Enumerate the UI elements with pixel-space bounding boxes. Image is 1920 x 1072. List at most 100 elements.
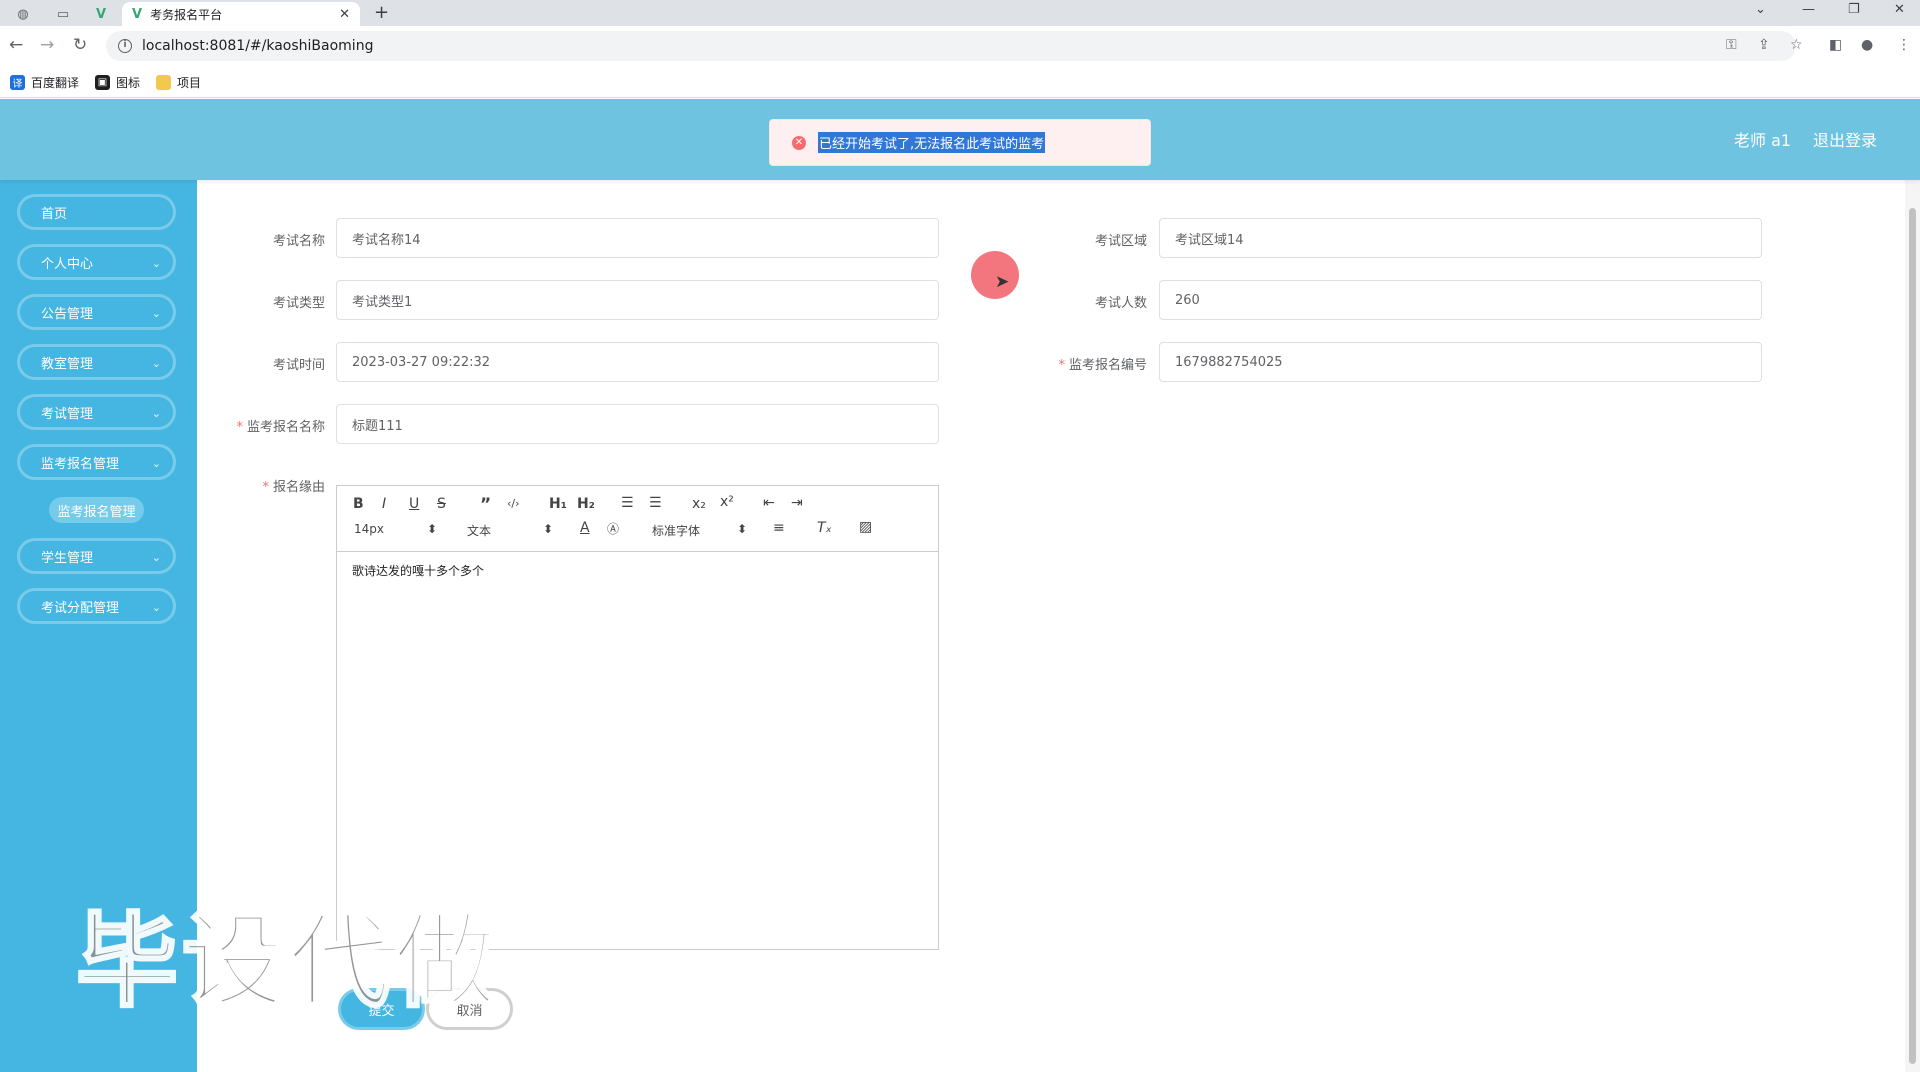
bold-icon[interactable]: B [353,496,364,512]
exam-type-input[interactable]: 考试类型1 [336,280,939,320]
sidebar-item-exams[interactable]: 考试管理 ⌄ [17,394,176,430]
superscript-icon[interactable]: x² [720,494,734,510]
tab-search-icon[interactable]: ⌄ [1755,2,1766,17]
info-icon[interactable]: i [118,39,132,53]
background-color-icon[interactable]: Ⓐ [607,520,619,537]
reg-name-input[interactable]: 标题111 [336,404,939,444]
logout-link[interactable]: 退出登录 [1813,127,1877,151]
font-size-value: 14px [354,522,384,536]
reg-number-input[interactable]: 1679882754025 [1159,342,1762,382]
indent-icon[interactable]: ⇥ [791,495,803,511]
submenu-item-invigilation[interactable]: 监考报名管理 [49,497,144,523]
align-icon[interactable]: ≡ [773,520,785,536]
folder-icon [156,75,172,90]
sidebar-item-personal-center[interactable]: 个人中心 ⌄ [17,244,176,280]
chevron-down-icon: ⌄ [151,307,161,320]
share-icon[interactable]: ⇪ [1758,37,1770,53]
chevron-down-icon: ⌄ [151,357,161,370]
strike-icon[interactable]: S [437,496,446,512]
new-tab-button[interactable]: + [374,2,389,23]
sidebar-item-students[interactable]: 学生管理 ⌄ [17,538,176,574]
required-mark: * [1058,358,1065,373]
star-icon[interactable]: ☆ [1790,37,1803,53]
image-icon[interactable]: ▨ [859,519,872,535]
menu-dots-icon[interactable]: ⋮ [1897,37,1911,53]
forward-icon[interactable]: → [40,35,54,55]
reg-name-label-text: 监考报名名称 [246,420,325,435]
select-arrow-icon: ⬍ [543,522,554,536]
minimize-icon[interactable]: — [1802,2,1815,17]
chevron-down-icon: ⌄ [151,457,161,470]
sidebar-item-label: 首页 [41,206,68,222]
select-arrow-icon: ⬍ [737,522,748,536]
toast-message: 已经开始考试了,无法报名此考试的监考 [818,132,1046,153]
url-text: localhost:8081/#/kaoshiBaoming [142,38,374,54]
bullet-list-icon[interactable]: ☰ [649,495,662,511]
font-family-select[interactable]: 标准字体 [652,522,700,539]
ordered-list-icon[interactable]: ☰ [621,495,634,511]
editor-content[interactable]: 歌诗达发的嘎十多个多个 [337,552,938,589]
exam-name-input[interactable]: 考试名称14 [336,218,939,258]
side-panel-icon[interactable]: ◧ [1829,37,1842,53]
sidebar-item-notices[interactable]: 公告管理 ⌄ [17,294,176,330]
reload-icon[interactable]: ↻ [73,35,87,55]
font-family-value: 标准字体 [652,524,701,538]
sidebar-item-label: 监考报名管理 [41,456,120,472]
outdent-icon[interactable]: ⇤ [763,495,775,511]
blockquote-icon[interactable]: ” [480,495,491,515]
key-icon[interactable]: ⚿ [1726,37,1737,53]
bookmark-project[interactable]: 项目 [156,74,201,91]
sidebar-item-home[interactable]: 首页 [17,194,176,230]
sidebar-item-classrooms[interactable]: 教室管理 ⌄ [17,344,176,380]
tab-close-icon[interactable]: ✕ [339,7,350,22]
profile-icon[interactable]: ● [1861,37,1873,53]
underline-icon[interactable]: U [409,496,419,512]
header-select-value: 文本 [467,524,492,538]
sidebar-item-label: 教室管理 [41,356,94,372]
exam-count-input[interactable]: 260 [1159,280,1762,320]
sidebar-item-exam-allocation[interactable]: 考试分配管理 ⌄ [17,588,176,624]
subscript-icon[interactable]: x₂ [692,496,706,512]
page-scrollbar[interactable] [1905,180,1920,1072]
font-size-select[interactable]: 14px [354,522,384,536]
bookmark-label: 百度翻译 [31,76,80,90]
scrollbar-thumb[interactable] [1909,208,1916,1064]
sidebar-item-invigilation[interactable]: 监考报名管理 ⌄ [17,444,176,480]
reg-name-label: * 监考报名名称 [200,416,325,435]
restore-icon[interactable]: ❐ [1848,2,1860,17]
vue-tab-icon[interactable]: V [86,3,116,25]
exam-area-input[interactable]: 考试区域14 [1159,218,1762,258]
mouse-pointer-icon: ➤ [995,272,1010,292]
bookmark-baidu-translate[interactable]: 译 百度翻译 [10,74,79,91]
sidebar-item-label: 学生管理 [41,550,94,566]
exam-type-label: 考试类型 [272,296,325,311]
globe-icon[interactable]: ◍ [8,3,38,25]
h1-icon[interactable]: H₁ [549,496,567,512]
exam-time-input[interactable]: 2023-03-27 09:22:32 [336,342,939,382]
url-field[interactable]: i localhost:8081/#/kaoshiBaoming [106,31,1796,61]
bookmark-label: 项目 [177,76,202,90]
error-icon: ✕ [792,135,806,150]
reason-label: * 报名缘由 [230,476,325,495]
close-window-icon[interactable]: ✕ [1894,2,1905,17]
active-tab[interactable]: V 考务报名平台 ✕ [122,2,360,26]
reason-label-text: 报名缘由 [272,480,325,495]
h2-icon[interactable]: H₂ [577,496,595,512]
blank-tab-icon[interactable]: ▭ [48,3,78,25]
sidebar-item-label: 个人中心 [41,256,94,272]
font-color-icon[interactable]: A [580,520,590,536]
reg-number-label: * 监考报名编号 [1030,354,1147,373]
translate-icon: 译 [10,75,25,90]
bookmark-label: 图标 [116,76,141,90]
header-select[interactable]: 文本 [467,522,491,539]
exam-name-label: 考试名称 [272,234,325,249]
sidebar-item-label: 考试管理 [41,406,94,422]
image-icon: ▣ [95,75,111,90]
clear-format-icon[interactable]: Tₓ [817,520,832,536]
italic-icon[interactable]: I [382,496,386,512]
sidebar-item-label: 考试分配管理 [41,600,120,616]
bookmark-icons[interactable]: ▣ 图标 [95,74,140,91]
code-icon[interactable]: ‹/› [507,497,520,510]
chevron-down-icon: ⌄ [151,257,161,270]
back-icon[interactable]: ← [9,35,23,55]
